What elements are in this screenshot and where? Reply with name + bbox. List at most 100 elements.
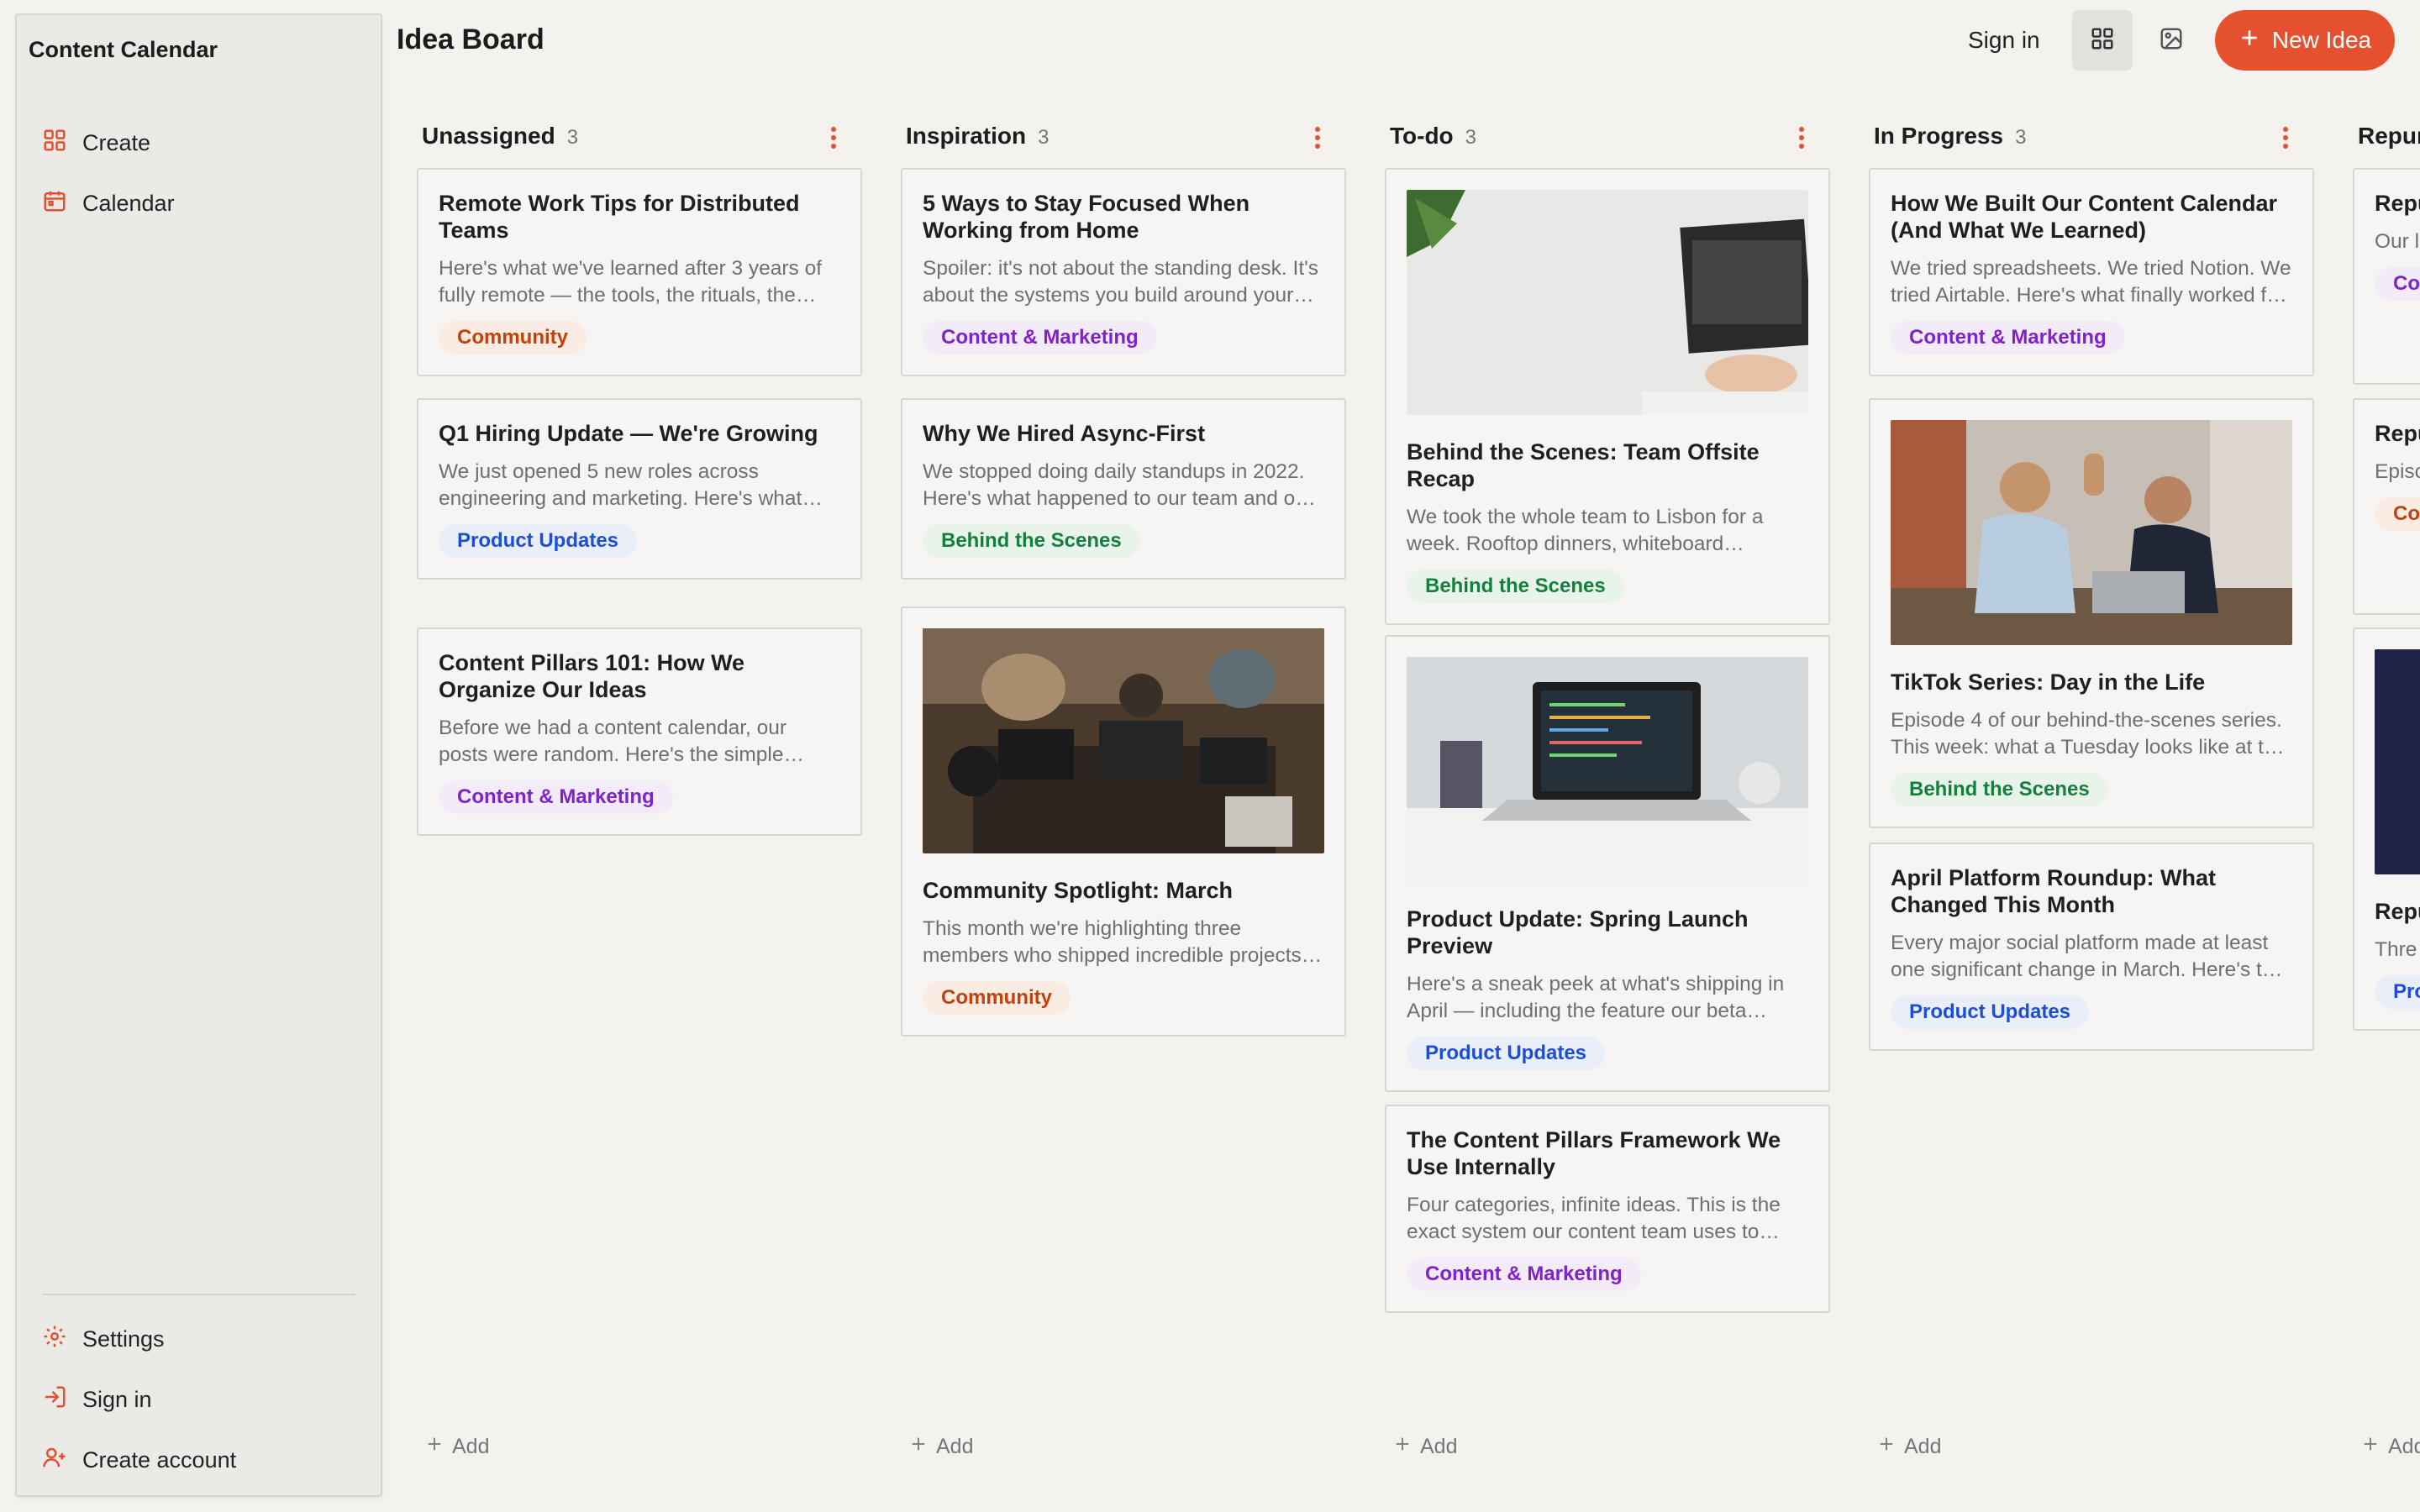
idea-card[interactable]: TikTok Series: Day in the Life Episode 4… [1869,398,2314,828]
more-vertical-icon[interactable] [2281,124,2291,151]
column-header: To-do 3 [1390,123,1476,156]
sidebar-item-label: Settings [82,1326,165,1352]
page-title: Idea Board [397,24,544,55]
sidebar-item-settings[interactable]: Settings [42,1315,165,1362]
card-description: Episo ideas [2375,460,2420,483]
column-count: 3 [1465,126,1477,149]
column-header: Unassigned 3 [422,123,578,156]
card-description: This month we're highlighting three memb… [923,917,1302,967]
more-vertical-icon[interactable] [1797,124,1807,151]
plus-icon [909,1435,928,1459]
category-tag: Product Updates [1891,995,2090,1029]
idea-card[interactable]: Behind the Scenes: Team Offsite Recap We… [1385,168,1830,625]
category-tag: Product Updates [439,524,638,558]
card-description: Before we had a content calendar, our po… [439,717,787,766]
column-count: 3 [1038,126,1050,149]
add-card-button[interactable]: Add [425,1435,489,1459]
category-tag: Behind the Scenes [923,524,1140,558]
laptop-code-desk-photo [1407,657,1808,882]
team-working-laptops-photo [923,628,1324,853]
plus-icon [1877,1435,1896,1459]
add-label: Add [2388,1435,2420,1458]
sidebar-title: Content Calendar [29,37,218,62]
idea-card[interactable]: April Platform Roundup: What Changed Thi… [1869,843,2314,1051]
column-name: In Progress [1874,123,2004,149]
card-title: Product Update: Spring Launch Preview [1407,906,1749,958]
header-sign-in-link[interactable]: Sign in [1968,27,2040,54]
sidebar-item-label: Calendar [82,190,175,216]
card-title: Q1 Hiring Update — We're Growing [439,421,818,446]
idea-card[interactable]: How We Built Our Content Calendar (And W… [1869,168,2314,376]
column-name: Repur [2358,123,2420,149]
idea-card[interactable]: Why We Hired Async-First We stopped doin… [901,398,1346,580]
card-description: Episode 4 of our behind-the-scenes serie… [1891,709,2287,759]
sidebar-item-sign-in[interactable]: Sign in [42,1376,152,1423]
category-tag: Pro [2375,975,2420,1009]
sidebar-item-calendar[interactable]: Calendar [42,180,175,227]
sidebar-item-create-account[interactable]: Create account [42,1436,236,1483]
desk-laptop-hands-photo [1407,190,1808,415]
column-in-progress: In Progress 3 How We Built Our Content C… [1869,118,2314,1495]
category-tag: Behind the Scenes [1407,570,1624,603]
category-tag: Behind the Scenes [1891,773,2108,806]
dark-photo [2375,649,2420,874]
idea-card[interactable]: Remote Work Tips for Distributed Teams H… [417,168,862,376]
card-title: Behind the Scenes: Team Offsite Recap [1407,439,1760,491]
more-vertical-icon[interactable] [1313,124,1323,151]
card-title: The Content Pillars Framework We Use Int… [1407,1127,1781,1179]
add-card-button[interactable]: Add [2361,1435,2420,1459]
card-title: How We Built Our Content Calendar (And W… [1891,191,2278,243]
category-tag: Content & Marketing [439,780,673,814]
card-description: Here's what we've learned after 3 years … [439,257,823,307]
idea-card[interactable]: 5 Ways to Stay Focused When Working from… [901,168,1346,376]
board-view-button[interactable] [2072,10,2133,71]
add-card-button[interactable]: Add [909,1435,973,1459]
column-name: Unassigned [422,123,555,149]
card-title: TikTok Series: Day in the Life [1891,669,2206,695]
card-title: Community Spotlight: March [923,878,1233,903]
image-icon [2159,26,2184,55]
card-description: Four categories, infinite ideas. This is… [1407,1194,1781,1243]
sign-in-icon [42,1384,67,1415]
idea-card[interactable]: Content Pillars 101: How We Organize Our… [417,627,862,836]
idea-card[interactable]: Product Update: Spring Launch Preview He… [1385,635,1830,1092]
plus-icon [1393,1435,1412,1459]
user-plus-icon [42,1445,67,1476]
column-name: Inspiration [906,123,1027,149]
add-card-button[interactable]: Add [1393,1435,1457,1459]
card-description: We just opened 5 new roles across engine… [439,460,802,510]
plus-icon [425,1435,444,1459]
category-tag: Content & Marketing [1407,1257,1641,1291]
card-description: Thre Meri [2375,938,2420,961]
column-inspiration: Inspiration 3 5 Ways to Stay Focused Whe… [901,118,1346,1495]
card-description: Here's a sneak peek at what's shipping i… [1407,973,1785,1022]
category-tag: Community [923,981,1071,1015]
grid-icon [42,128,67,159]
add-card-button[interactable]: Add [1877,1435,1941,1459]
plus-icon [2361,1435,2380,1459]
column-repurpose: Repur Repu Link Our l to tu Co Repu 5 Tw… [2353,118,2420,1495]
high-five-office-photo [1891,420,2292,645]
card-title: 5 Ways to Stay Focused When Working from… [923,191,1250,243]
idea-card[interactable]: Repu Insta Thre Meri Pro [2353,627,2420,1031]
card-title: Content Pillars 101: How We Organize Our… [439,650,745,702]
category-tag: Content & Marketing [1891,321,2125,354]
idea-card[interactable]: Community Spotlight: March This month we… [901,606,1346,1037]
grid-icon [2090,26,2115,55]
calendar-icon [42,188,67,219]
sidebar-item-create[interactable]: Create [42,119,150,166]
idea-card[interactable]: Repu 5 Tw Episo ideas Co [2353,398,2420,615]
category-tag: Community [439,321,587,354]
more-vertical-icon[interactable] [829,124,839,151]
column-to-do: To-do 3 Behind the Scenes: Team Offsite … [1385,118,1830,1495]
idea-card[interactable]: Q1 Hiring Update — We're Growing We just… [417,398,862,580]
column-unassigned: Unassigned 3 Remote Work Tips for Distri… [417,118,862,1495]
sidebar-item-label: Sign in [82,1386,152,1412]
idea-card[interactable]: Repu Link Our l to tu Co [2353,168,2420,385]
idea-card[interactable]: The Content Pillars Framework We Use Int… [1385,1105,1830,1313]
column-header: In Progress 3 [1874,123,2026,156]
gallery-view-button[interactable] [2141,10,2202,71]
add-label: Add [1904,1435,1942,1458]
card-title: Repu Link [2375,191,2420,216]
category-tag: Content & Marketing [923,321,1157,354]
